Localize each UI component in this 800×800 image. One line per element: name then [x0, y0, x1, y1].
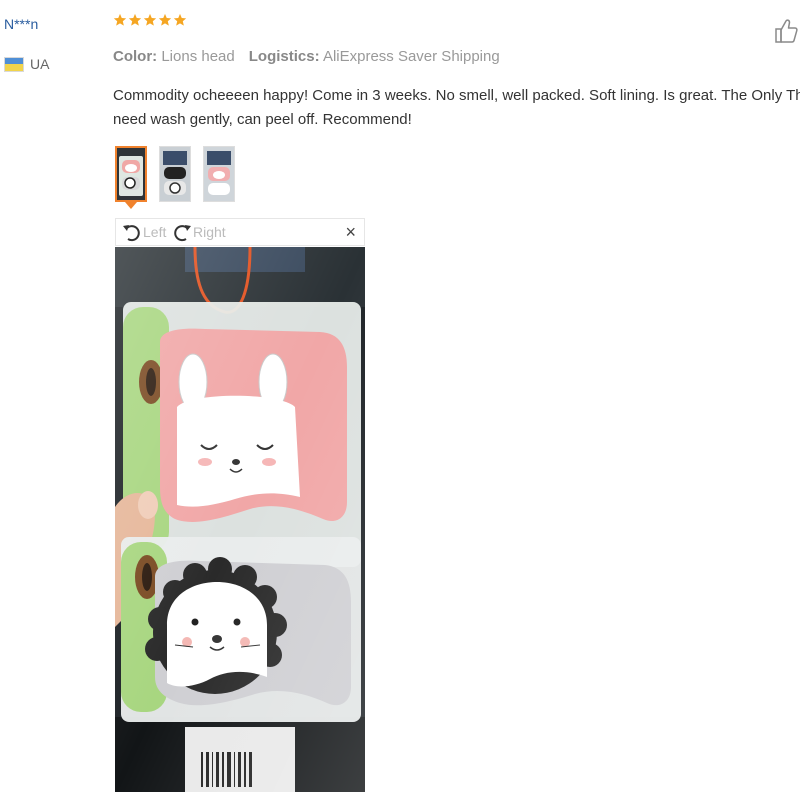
ukraine-flag-icon — [4, 56, 24, 72]
color-label: Color: — [113, 48, 158, 65]
thumbs-up-icon[interactable] — [774, 18, 798, 44]
photo-thumbnails — [115, 146, 235, 202]
logistics-label: Logistics: — [248, 48, 320, 65]
star-icon — [128, 13, 142, 26]
star-icon — [143, 13, 157, 26]
star-rating — [113, 13, 187, 27]
rotate-left-icon — [123, 225, 140, 242]
photo-thumbnail-2[interactable] — [159, 146, 191, 202]
review-line-1: Commodity ocheeeen happy! Come in 3 week… — [113, 87, 800, 104]
rotate-right-icon — [174, 225, 191, 242]
review-text: Commodity ocheeeen happy! Come in 3 week… — [113, 84, 800, 132]
reviewer-name: N***n — [4, 16, 39, 32]
star-icon — [113, 13, 127, 26]
review-meta: Color: Lions head Logistics: AliExpress … — [113, 48, 500, 65]
star-icon — [173, 13, 187, 26]
color-value: Lions head — [161, 48, 235, 65]
country-code: UA — [30, 56, 50, 72]
reviewer-country: UA — [4, 56, 49, 72]
photo-thumbnail-1[interactable] — [115, 146, 147, 202]
rotate-left-button[interactable]: Left — [122, 221, 166, 243]
rotate-left-label: Left — [143, 224, 167, 240]
review-photo — [115, 247, 365, 792]
rotate-right-button[interactable]: Right — [172, 221, 226, 243]
color-info: Color: Lions head — [113, 48, 235, 65]
review-line-2: need wash gently, can peel off. Recommen… — [113, 111, 412, 128]
rotate-right-label: Right — [193, 224, 226, 240]
image-viewer-toolbar: Left Right × — [115, 218, 365, 246]
active-thumbnail-pointer — [125, 202, 137, 209]
star-icon — [158, 13, 172, 26]
logistics-info: Logistics: AliExpress Saver Shipping — [249, 48, 500, 65]
close-icon[interactable]: × — [345, 222, 356, 243]
logistics-value: AliExpress Saver Shipping — [322, 48, 500, 65]
photo-thumbnail-3[interactable] — [203, 146, 235, 202]
